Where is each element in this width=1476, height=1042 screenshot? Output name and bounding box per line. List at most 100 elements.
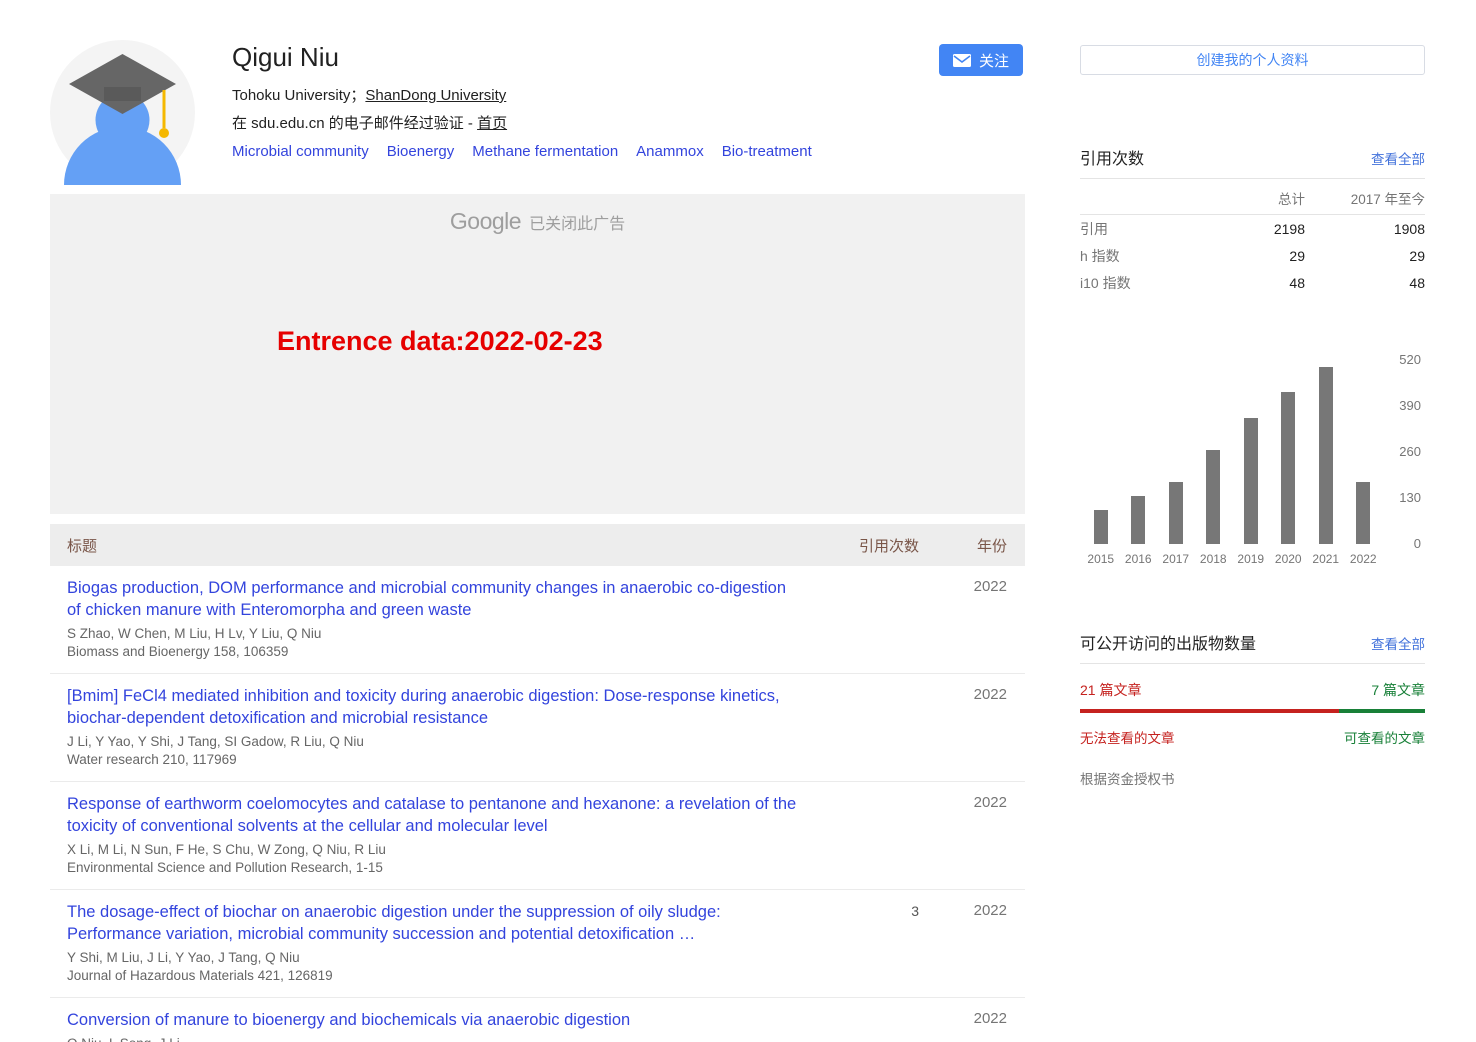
citation-stats-table: 总计 2017 年至今 引用21981908h 指数2929i10 指数4848 — [1080, 179, 1425, 296]
interest-link-microbial-community[interactable]: Microbial community — [232, 143, 369, 160]
chart-axis-tick: 260 — [1399, 444, 1421, 460]
chart-axis-labels: 0130260390520 — [1381, 360, 1421, 544]
chart-year-label: 2019 — [1232, 552, 1270, 566]
publication-title[interactable]: [Bmim] FeCl4 mediated inhibition and tox… — [67, 685, 801, 729]
chart-axis-tick: 0 — [1414, 536, 1421, 552]
publication-row: Response of earthworm coelomocytes and c… — [50, 782, 1025, 890]
interest-link-bioenergy[interactable]: Bioenergy — [387, 143, 455, 160]
publication-cited-count[interactable] — [829, 793, 919, 877]
publication-cited-count[interactable] — [829, 685, 919, 769]
chart-bar[interactable] — [1244, 418, 1258, 544]
publication-row: Conversion of manure to bioenergy and bi… — [50, 998, 1025, 1042]
scholar-profile-page: Qigui Niu Tohoku University；ShanDong Uni… — [0, 0, 1476, 1042]
publication-venue: Water research 210, 117969 — [67, 751, 801, 769]
citations-section-header: 引用次数 查看全部 — [1080, 145, 1425, 179]
publication-list: Biogas production, DOM performance and m… — [50, 566, 1025, 1042]
publication-title[interactable]: The dosage-effect of biochar on anaerobi… — [67, 901, 801, 945]
chart-bars — [1082, 360, 1382, 544]
publication-title[interactable]: Response of earthworm coelomocytes and c… — [67, 793, 801, 837]
chart-year-label: 2017 — [1157, 552, 1195, 566]
interest-link-anammox[interactable]: Anammox — [636, 143, 704, 160]
verified-text: 在 sdu.edu.cn 的电子邮件经过验证 - — [232, 115, 477, 132]
chart-bar[interactable] — [1319, 367, 1333, 544]
public-access-view-all-link[interactable]: 查看全部 — [1371, 633, 1425, 653]
entrence-date-text: Entrence data:2022-02-23 — [277, 326, 603, 357]
publication-main: [Bmim] FeCl4 mediated inhibition and tox… — [67, 685, 829, 769]
chart-year-label: 2021 — [1307, 552, 1345, 566]
column-cited-by[interactable]: 引用次数 — [829, 535, 919, 556]
column-title[interactable]: 标题 — [67, 535, 829, 556]
stat-label[interactable]: i10 指数 — [1080, 269, 1215, 296]
chart-bar[interactable] — [1094, 510, 1108, 544]
mandates-note: 根据资金授权书 — [1080, 768, 1425, 788]
stats-col-empty — [1080, 179, 1215, 215]
verified-email: 在 sdu.edu.cn 的电子邮件经过验证 - 首页 — [232, 112, 1025, 133]
chart-bar[interactable] — [1131, 496, 1145, 544]
citations-heading: 引用次数 — [1080, 145, 1144, 169]
publication-authors: S Zhao, W Chen, M Liu, H Lv, Y Liu, Q Ni… — [67, 625, 801, 643]
chart-axis-tick: 520 — [1399, 352, 1421, 368]
publication-row: The dosage-effect of biochar on anaerobi… — [50, 890, 1025, 998]
avatar[interactable] — [50, 40, 195, 185]
unavailable-count[interactable]: 21 篇文章 — [1080, 680, 1141, 700]
chart-year-label: 2015 — [1082, 552, 1120, 566]
chart-bar-slot — [1232, 360, 1270, 544]
publication-authors: Q Niu, L Song, J Li — [67, 1035, 801, 1042]
unavailable-label: 无法查看的文章 — [1080, 727, 1175, 747]
affiliation: Tohoku University；ShanDong University — [232, 84, 1025, 105]
chart-bar-slot — [1307, 360, 1345, 544]
stat-label[interactable]: 引用 — [1080, 215, 1215, 243]
profile-header: Qigui Niu Tohoku University；ShanDong Uni… — [50, 40, 1025, 188]
publication-row: Biogas production, DOM performance and m… — [50, 566, 1025, 674]
publication-title[interactable]: Biogas production, DOM performance and m… — [67, 577, 801, 621]
citation-chart: 0130260390520 20152016201720182019202020… — [1080, 360, 1425, 566]
available-count[interactable]: 7 篇文章 — [1371, 680, 1425, 700]
citations-view-all-link[interactable]: 查看全部 — [1371, 148, 1425, 168]
publication-main: Biogas production, DOM performance and m… — [67, 577, 829, 661]
create-profile-button[interactable]: 创建我的个人资料 — [1080, 45, 1425, 75]
chart-bar[interactable] — [1356, 482, 1370, 544]
column-year[interactable]: 年份 — [919, 535, 1007, 556]
publication-cited-count[interactable] — [829, 577, 919, 661]
affiliation-link[interactable]: ShanDong University — [365, 87, 506, 104]
homepage-link[interactable]: 首页 — [477, 115, 507, 132]
stat-since: 48 — [1305, 269, 1425, 296]
chart-year-label: 2022 — [1345, 552, 1383, 566]
publication-authors: Y Shi, M Liu, J Li, Y Yao, J Tang, Q Niu — [67, 949, 801, 967]
stats-col-since: 2017 年至今 — [1305, 179, 1425, 215]
unavailable-bar-segment — [1080, 709, 1339, 713]
profile-name: Qigui Niu — [232, 42, 1025, 73]
publication-year: 2022 — [919, 901, 1007, 985]
stats-row: i10 指数4848 — [1080, 269, 1425, 296]
stat-total: 48 — [1215, 269, 1305, 296]
publication-cited-count[interactable] — [829, 1009, 919, 1042]
chart-bar[interactable] — [1169, 482, 1183, 544]
stat-label[interactable]: h 指数 — [1080, 242, 1215, 269]
publication-title[interactable]: Conversion of manure to bioenergy and bi… — [67, 1009, 801, 1031]
ad-placeholder: Google已关闭此广告 Entrence data:2022-02-23 — [50, 194, 1025, 514]
stats-header-row: 总计 2017 年至今 — [1080, 179, 1425, 215]
publication-year: 2022 — [919, 1009, 1007, 1042]
publication-cited-count[interactable]: 3 — [829, 901, 919, 985]
public-access-heading: 可公开访问的出版物数量 — [1080, 630, 1256, 654]
stat-total: 29 — [1215, 242, 1305, 269]
chart-bar[interactable] — [1206, 450, 1220, 544]
publication-main: The dosage-effect of biochar on anaerobi… — [67, 901, 829, 985]
chart-year-labels: 20152016201720182019202020212022 — [1082, 552, 1382, 566]
chart-year-label: 2020 — [1270, 552, 1308, 566]
public-access-section-header: 可公开访问的出版物数量 查看全部 — [1080, 630, 1425, 664]
publication-venue: Biomass and Bioenergy 158, 106359 — [67, 643, 801, 661]
publication-venue: Environmental Science and Pollution Rese… — [67, 859, 801, 877]
stat-since: 29 — [1305, 242, 1425, 269]
interest-link-methane-fermentation[interactable]: Methane fermentation — [472, 143, 618, 160]
publication-venue: Journal of Hazardous Materials 421, 1268… — [67, 967, 801, 985]
google-logo: Google — [450, 208, 521, 234]
interest-link-bio-treatment[interactable]: Bio-treatment — [722, 143, 812, 160]
chart-bar-slot — [1270, 360, 1308, 544]
chart-year-label: 2018 — [1195, 552, 1233, 566]
publication-main: Conversion of manure to bioenergy and bi… — [67, 1009, 829, 1042]
chart-bar[interactable] — [1281, 392, 1295, 544]
graduate-avatar-icon — [50, 40, 195, 185]
follow-button[interactable]: 关注 — [939, 44, 1023, 76]
envelope-icon — [953, 54, 971, 67]
